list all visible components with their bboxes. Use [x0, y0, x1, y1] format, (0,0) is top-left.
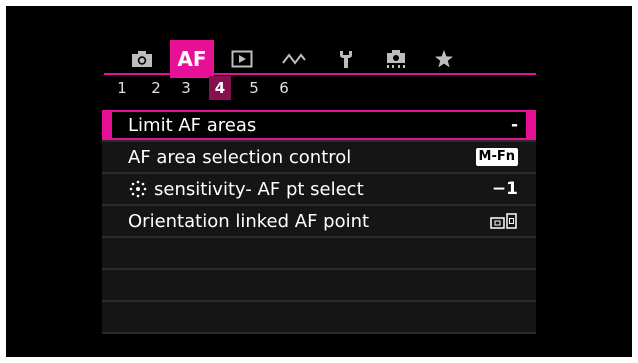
- tab-underline: [104, 73, 536, 75]
- menu-item-orientation-linked-af-point[interactable]: Orientation linked AF point: [102, 206, 536, 238]
- page-selector: 1 2 3 4 5 6: [111, 76, 531, 100]
- menu-item-value: −1: [491, 179, 518, 199]
- mfn-badge: M-Fn: [475, 148, 518, 166]
- menu-item-limit-af-areas[interactable]: Limit AF areas -: [102, 110, 536, 142]
- menu-list: Limit AF areas - AF area selection contr…: [102, 110, 536, 334]
- menu-item-value-wrap: [490, 212, 518, 230]
- menu-item-label: Limit AF areas: [128, 114, 257, 136]
- camera-icon: [132, 51, 152, 67]
- menu-item-label-wrap: sensitivity- AF pt select: [128, 179, 364, 200]
- page-1[interactable]: 1: [111, 76, 133, 100]
- menu-item-af-pt-sensitivity[interactable]: sensitivity- AF pt select −1: [102, 174, 536, 206]
- playback-icon: [231, 50, 253, 68]
- tab-af-label: AF: [177, 47, 207, 71]
- menu-row-empty: [102, 270, 536, 302]
- orientation-af-icon: [490, 213, 517, 229]
- menu-item-label: sensitivity- AF pt select: [154, 178, 364, 200]
- page-3[interactable]: 3: [175, 76, 197, 100]
- menu-row-empty: [102, 238, 536, 270]
- menu-row-empty: [102, 302, 536, 334]
- page-4[interactable]: 4: [209, 76, 231, 100]
- page-2[interactable]: 2: [145, 76, 167, 100]
- wrench-icon: [340, 51, 352, 68]
- star-icon: [435, 50, 453, 68]
- menu-item-af-area-selection-control[interactable]: AF area selection control M-Fn: [102, 142, 536, 174]
- multi-controller-icon: [129, 180, 147, 198]
- page-6[interactable]: 6: [273, 76, 295, 100]
- custom-function-icon: [387, 50, 405, 68]
- menu-item-label: Orientation linked AF point: [128, 210, 370, 232]
- camera-menu-screen: AF 1 2 3 4 5 6 Limit AF areas - AF area …: [6, 6, 632, 357]
- menu-item-value-wrap: M-Fn: [475, 148, 518, 166]
- menu-item-value: -: [510, 115, 518, 135]
- menu-item-label: AF area selection control: [128, 146, 352, 168]
- wave-icon: [282, 53, 306, 65]
- page-5[interactable]: 5: [243, 76, 265, 100]
